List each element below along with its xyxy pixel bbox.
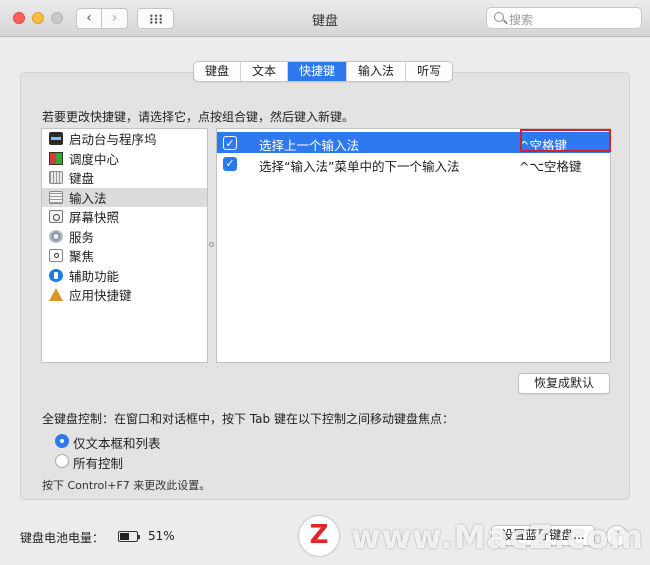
category-screenshots[interactable]: 屏幕快照	[42, 207, 207, 227]
shortcut-label: 选择“输入法”菜单中的下一个输入法	[259, 159, 460, 174]
shortcut-checkbox[interactable]: ✓	[223, 136, 237, 150]
help-button[interactable]: ?	[606, 525, 628, 547]
services-gear-icon	[49, 229, 63, 243]
category-accessibility[interactable]: 辅助功能	[42, 266, 207, 286]
radio-all-controls[interactable]	[55, 454, 69, 468]
tab-keyboard[interactable]: 键盘	[194, 62, 242, 81]
full-keyboard-access-label: 全键盘控制：在窗口和对话框中，按下 Tab 键在以下控制之间移动键盘焦点：	[42, 412, 454, 426]
category-list: 启动台与程序坞 调度中心 键盘 输入法 屏幕快照 服务 聚焦 辅助功能 应用快捷…	[41, 128, 208, 363]
tab-dictation[interactable]: 听写	[406, 62, 452, 81]
control-f7-note: 按下 Control+F7 来更改此设置。	[42, 479, 211, 492]
mission-control-icon	[49, 151, 63, 165]
battery-icon	[118, 531, 140, 542]
split-view-handle[interactable]	[209, 242, 214, 247]
battery-label: 键盘电池电量：	[20, 531, 105, 545]
category-label: 聚焦	[69, 249, 95, 265]
keyboard-preferences-window: ‹ › 键盘 搜索 键盘 文本 快捷键 输入法 听写 若要更改快捷键，请选择它，…	[0, 0, 650, 565]
category-label: 辅助功能	[69, 268, 120, 284]
input-method-icon	[49, 190, 63, 204]
macz-logo-icon	[299, 516, 339, 556]
set-up-bluetooth-keyboard-button[interactable]: 设置蓝牙键盘...	[491, 525, 595, 546]
app-shortcuts-icon	[49, 288, 63, 302]
category-label: 启动台与程序坞	[69, 132, 157, 148]
tab-shortcuts[interactable]: 快捷键	[288, 62, 348, 81]
title-bar: ‹ › 键盘 搜索	[0, 0, 650, 37]
category-launchpad-dock[interactable]: 启动台与程序坞	[42, 129, 207, 149]
radio-text-boxes-lists[interactable]	[55, 434, 69, 448]
shortcut-label: 选择上一个输入法	[259, 138, 360, 153]
tab-bar: 键盘 文本 快捷键 输入法 听写	[193, 61, 454, 82]
category-input-sources[interactable]: 输入法	[42, 187, 207, 207]
category-label: 键盘	[69, 171, 95, 187]
spotlight-icon	[49, 249, 63, 263]
radio-label: 仅文本框和列表	[73, 436, 161, 451]
keyboard-icon	[49, 171, 63, 185]
highlight-box	[520, 129, 611, 152]
category-label: 服务	[69, 229, 95, 245]
launchpad-icon	[49, 132, 63, 146]
shortcut-row[interactable]: ✓ 选择“输入法”菜单中的下一个输入法 ^⌥空格键	[217, 153, 610, 174]
search-field[interactable]: 搜索	[486, 7, 642, 29]
category-keyboard[interactable]: 键盘	[42, 168, 207, 188]
category-mission-control[interactable]: 调度中心	[42, 149, 207, 169]
category-services[interactable]: 服务	[42, 227, 207, 247]
search-icon	[494, 12, 504, 22]
tab-input-sources[interactable]: 输入法	[347, 62, 407, 81]
tab-text[interactable]: 文本	[241, 62, 289, 81]
shortcut-checkbox[interactable]: ✓	[223, 157, 237, 171]
accessibility-icon	[49, 268, 63, 282]
category-label: 输入法	[69, 190, 107, 206]
search-placeholder: 搜索	[509, 13, 534, 27]
restore-defaults-button[interactable]: 恢复成默认	[518, 373, 610, 394]
battery-percent: 51%	[148, 529, 175, 543]
screenshot-icon	[49, 210, 63, 224]
radio-label: 所有控制	[73, 456, 124, 471]
category-label: 应用快捷键	[69, 288, 132, 304]
instruction-text: 若要更改快捷键，请选择它，点按组合键，然后键入新键。	[42, 110, 355, 124]
category-app-shortcuts[interactable]: 应用快捷键	[42, 285, 207, 305]
shortcut-table: ✓ 选择上一个输入法 ^空格键 ✓ 选择“输入法”菜单中的下一个输入法 ^⌥空格…	[216, 128, 611, 363]
category-spotlight[interactable]: 聚焦	[42, 246, 207, 266]
category-label: 调度中心	[69, 151, 120, 167]
shortcut-key[interactable]: ^⌥空格键	[519, 156, 581, 175]
category-label: 屏幕快照	[69, 210, 120, 226]
